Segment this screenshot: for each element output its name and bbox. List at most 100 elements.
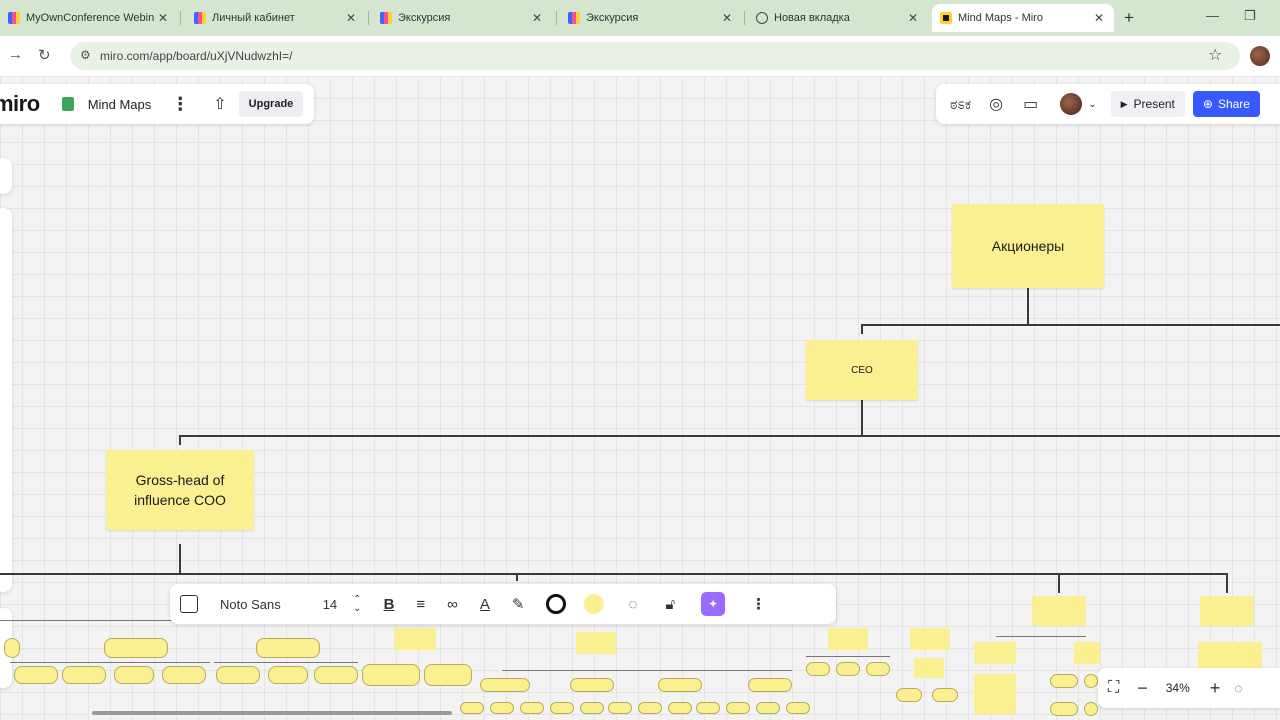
close-icon[interactable]: ✕ bbox=[344, 11, 358, 25]
mini-node[interactable] bbox=[756, 702, 780, 714]
mini-node[interactable] bbox=[14, 666, 58, 684]
mini-node[interactable] bbox=[932, 688, 958, 702]
bookmark-star-icon[interactable]: ☆ bbox=[1208, 45, 1222, 65]
browser-tab[interactable]: MyOwnConference Webin ✕ bbox=[0, 4, 178, 32]
reload-icon[interactable]: ↻ bbox=[38, 46, 51, 64]
mini-node[interactable] bbox=[162, 666, 206, 684]
align-icon[interactable]: ≡ bbox=[416, 596, 425, 613]
video-call-icon[interactable]: ▭ bbox=[1023, 94, 1038, 114]
border-color-icon[interactable] bbox=[546, 594, 567, 614]
mini-node[interactable] bbox=[104, 638, 168, 658]
url-field[interactable]: ⚙ miro.com/app/board/uXjVNudwzhI=/ bbox=[70, 42, 1240, 70]
upgrade-button[interactable]: Upgrade bbox=[238, 91, 304, 117]
close-icon[interactable]: ✕ bbox=[1092, 11, 1106, 25]
mini-node[interactable] bbox=[1050, 674, 1078, 688]
mini-node[interactable] bbox=[696, 702, 720, 714]
mini-node[interactable] bbox=[1050, 702, 1078, 716]
left-toolbar[interactable] bbox=[0, 208, 12, 592]
mini-node[interactable] bbox=[62, 666, 106, 684]
link-icon[interactable]: ∞ bbox=[447, 596, 458, 613]
reactions-icon[interactable]: ಠಽಕ bbox=[950, 96, 971, 113]
new-tab-button[interactable]: + bbox=[1124, 8, 1134, 28]
zoom-in-button[interactable]: + bbox=[1210, 678, 1221, 699]
browser-tab[interactable]: Экскурсия ✕ bbox=[560, 4, 742, 32]
mini-node[interactable] bbox=[570, 678, 614, 692]
mini-node[interactable] bbox=[866, 662, 890, 676]
board-canvas[interactable]: miro Mind Maps ⋮ ⇧ Upgrade ಠಽಕ ◎ ▭ ⌄ ▶ P… bbox=[0, 76, 1280, 720]
sticky-ceo[interactable]: CEO bbox=[806, 340, 918, 400]
mini-node[interactable] bbox=[394, 628, 436, 650]
highlight-icon[interactable]: ✎ bbox=[512, 595, 525, 613]
mini-node[interactable] bbox=[786, 702, 810, 714]
mini-node[interactable] bbox=[836, 662, 860, 676]
left-toolbar-top[interactable] bbox=[0, 158, 12, 194]
mini-node[interactable] bbox=[268, 666, 308, 684]
mini-node[interactable] bbox=[216, 666, 260, 684]
mini-node[interactable] bbox=[658, 678, 702, 692]
export-icon[interactable]: ⇧ bbox=[213, 94, 226, 114]
forward-icon[interactable]: → bbox=[8, 46, 23, 63]
mini-node[interactable] bbox=[576, 632, 616, 654]
mini-node[interactable] bbox=[490, 702, 514, 714]
ai-assist-icon[interactable]: ✦ bbox=[701, 592, 726, 616]
close-icon[interactable]: ✕ bbox=[906, 11, 920, 25]
browser-tab[interactable]: Экскурсия ✕ bbox=[372, 4, 552, 32]
miro-logo[interactable]: miro bbox=[0, 91, 40, 117]
lock-icon[interactable]: 🔓︎ bbox=[665, 596, 675, 613]
board-name[interactable]: Mind Maps bbox=[88, 97, 152, 112]
close-icon[interactable]: ✕ bbox=[156, 11, 170, 25]
profile-avatar[interactable] bbox=[1250, 46, 1270, 66]
mini-node[interactable] bbox=[550, 702, 574, 714]
mini-node[interactable] bbox=[748, 678, 792, 692]
mini-node[interactable] bbox=[896, 688, 922, 702]
help-icon[interactable]: ◌ bbox=[1234, 680, 1242, 696]
mini-node[interactable] bbox=[828, 628, 868, 650]
mini-node[interactable] bbox=[726, 702, 750, 714]
mini-node[interactable] bbox=[1074, 642, 1100, 664]
browser-tab[interactable]: Личный кабинет ✕ bbox=[186, 4, 366, 32]
font-size-stepper-icon[interactable]: ⌃ ⌄ bbox=[353, 595, 361, 614]
mini-node[interactable] bbox=[608, 702, 632, 714]
mini-node[interactable] bbox=[1032, 596, 1086, 626]
zoom-out-button[interactable]: − bbox=[1137, 678, 1148, 699]
more-icon[interactable]: ⋮ bbox=[171, 94, 189, 115]
mini-node[interactable] bbox=[638, 702, 662, 714]
mini-node[interactable] bbox=[1200, 596, 1254, 626]
mini-node[interactable] bbox=[460, 702, 484, 714]
mini-node[interactable] bbox=[1198, 642, 1262, 668]
share-button[interactable]: ⊕ Share bbox=[1192, 91, 1260, 117]
mini-node[interactable] bbox=[314, 666, 358, 684]
mini-node[interactable] bbox=[520, 702, 544, 714]
minimize-button[interactable]: — bbox=[1206, 8, 1219, 23]
close-icon[interactable]: ✕ bbox=[720, 11, 734, 25]
fill-color-icon[interactable] bbox=[584, 594, 605, 614]
mini-node-selected[interactable] bbox=[480, 678, 530, 692]
mini-node[interactable] bbox=[580, 702, 604, 714]
browser-tab[interactable]: Новая вкладка ✕ bbox=[748, 4, 928, 32]
mini-node[interactable] bbox=[668, 702, 692, 714]
mini-node[interactable] bbox=[256, 638, 320, 658]
mini-node[interactable] bbox=[910, 628, 950, 650]
comment-icon[interactable]: ◌ bbox=[628, 596, 637, 613]
font-select[interactable]: Noto Sans bbox=[220, 597, 281, 612]
mini-node[interactable] bbox=[1084, 702, 1098, 716]
more-icon[interactable]: ⋮ bbox=[751, 595, 766, 613]
fit-screen-icon[interactable]: ⛶ bbox=[1108, 679, 1119, 697]
browser-tab-active[interactable]: Mind Maps - Miro ✕ bbox=[932, 4, 1114, 32]
mini-node[interactable] bbox=[362, 664, 420, 686]
bold-icon[interactable]: B bbox=[384, 596, 395, 613]
chat-icon[interactable]: ◎ bbox=[989, 94, 1003, 114]
chevron-down-icon[interactable]: ⌄ bbox=[1088, 99, 1096, 110]
mini-node[interactable] bbox=[914, 658, 944, 678]
mini-node[interactable] bbox=[806, 662, 830, 676]
sticky-shareholders[interactable]: Акционеры bbox=[952, 204, 1104, 288]
present-button[interactable]: ▶ Present bbox=[1110, 91, 1185, 117]
site-settings-icon[interactable]: ⚙ bbox=[80, 48, 91, 62]
mini-node[interactable] bbox=[114, 666, 154, 684]
close-icon[interactable]: ✕ bbox=[530, 11, 544, 25]
mini-node[interactable] bbox=[974, 642, 1016, 664]
mini-node[interactable] bbox=[424, 664, 472, 686]
mini-node[interactable] bbox=[4, 638, 20, 658]
mini-node[interactable] bbox=[1084, 674, 1098, 688]
text-color-icon[interactable]: A bbox=[480, 596, 490, 613]
